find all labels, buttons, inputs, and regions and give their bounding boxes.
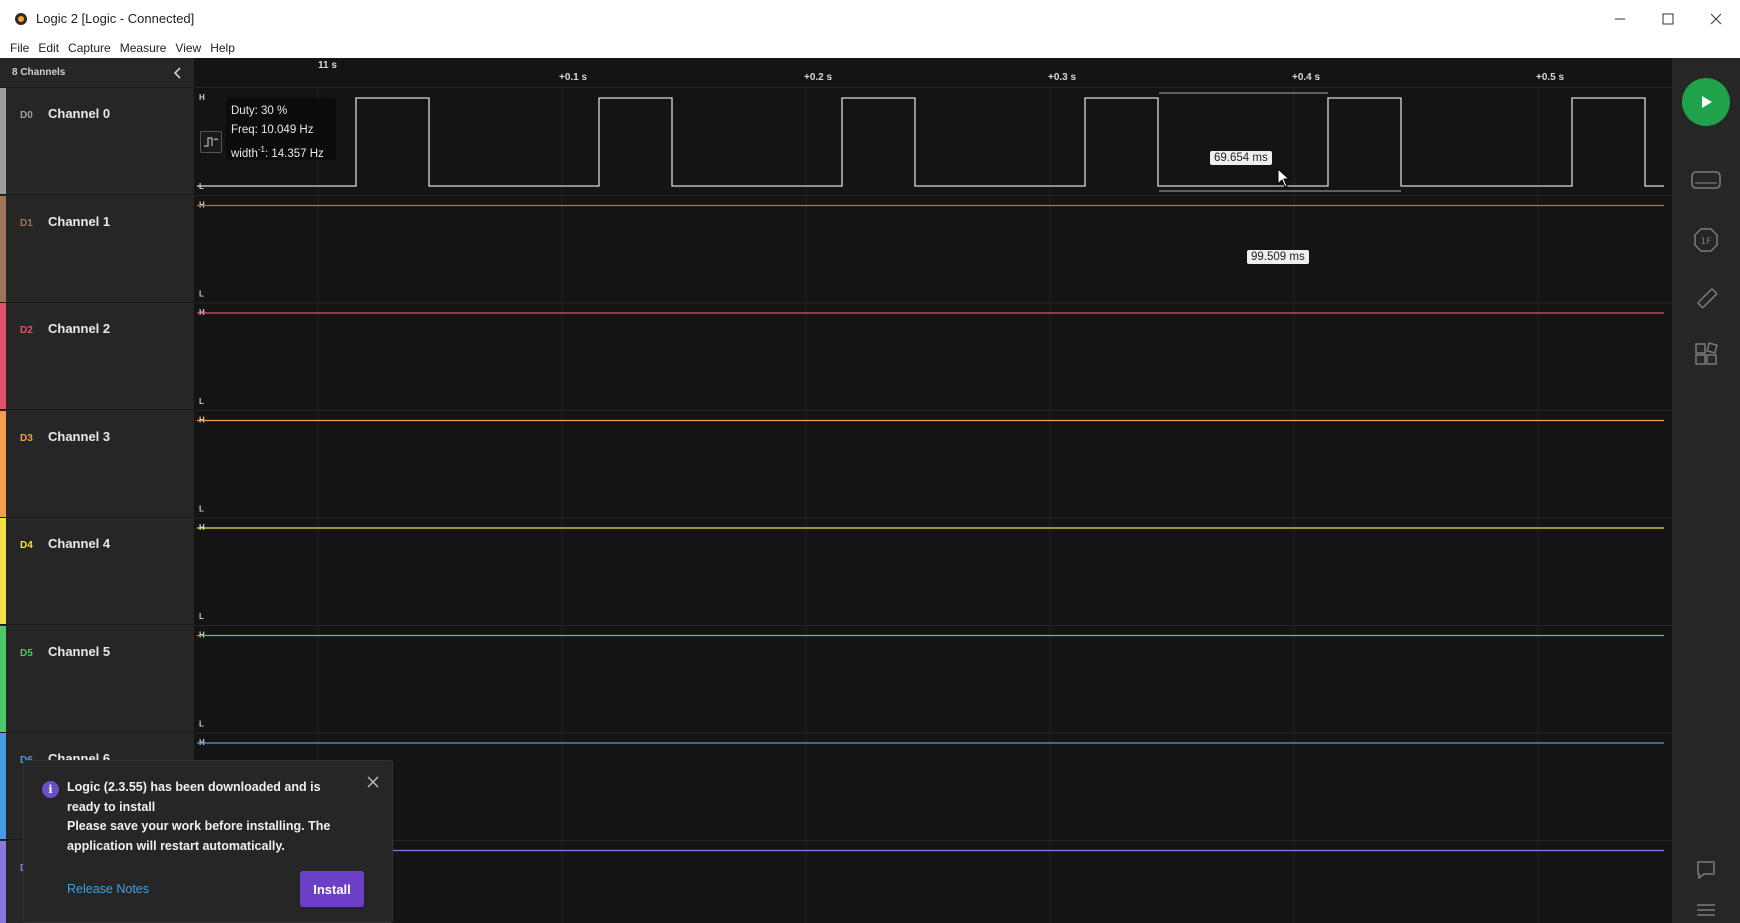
menu-edit[interactable]: Edit [38, 41, 59, 55]
mouse-cursor-icon [1277, 168, 1291, 188]
info-icon: i [42, 781, 59, 798]
hamburger-menu-icon [1697, 904, 1715, 916]
channel-color-stripe [0, 625, 6, 732]
menu-measure[interactable]: Measure [120, 41, 167, 55]
channel-color-stripe [0, 733, 6, 839]
channel-row[interactable]: D1 Channel 1 [0, 195, 194, 303]
channel-row[interactable]: D0 Channel 0 [0, 88, 194, 195]
right-sidebar: 1F [1672, 58, 1740, 923]
menu-capture[interactable]: Capture [68, 41, 111, 55]
channel-name[interactable]: Channel 1 [48, 214, 110, 229]
channel-id: D0 [20, 110, 33, 121]
channel-color-stripe [0, 410, 6, 517]
channel-color-stripe [0, 88, 6, 194]
feedback-button[interactable] [1690, 854, 1722, 886]
channel-id: D4 [20, 540, 33, 551]
play-icon [1702, 96, 1712, 108]
extensions-icon [1695, 342, 1718, 365]
channel-id: D5 [20, 647, 33, 659]
notification-message: Logic (2.3.55) has been downloaded and i… [67, 778, 357, 856]
channel-name[interactable]: Channel 3 [48, 429, 110, 444]
maximize-button[interactable] [1644, 0, 1692, 37]
menu-help[interactable]: Help [210, 41, 235, 55]
chevron-left-icon[interactable] [170, 65, 186, 81]
duty-cycle-tooltip: Duty: 30 % Freq: 10.049 Hz width-1: 14.3… [226, 98, 336, 160]
window-title: Logic 2 [Logic - Connected] [36, 11, 195, 26]
tooltip-freq: Freq: 10.049 Hz [231, 124, 314, 136]
channel-id: D1 [20, 217, 33, 229]
channel-row[interactable]: D3 Channel 3 [0, 410, 194, 518]
menu-view[interactable]: View [175, 41, 201, 55]
channel-name[interactable]: Channel 4 [48, 536, 110, 551]
device-settings-button[interactable] [1690, 164, 1722, 196]
install-button[interactable]: Install [300, 871, 364, 907]
notification-title: Logic (2.3.55) has been downloaded and i… [67, 780, 321, 814]
start-capture-button[interactable] [1682, 78, 1730, 126]
device-icon [1691, 171, 1721, 189]
low-level-label: L [199, 290, 204, 299]
measure-ruler-icon [1697, 288, 1718, 309]
analyzers-button[interactable]: 1F [1690, 224, 1722, 256]
measurements-button[interactable] [1690, 282, 1722, 314]
maximize-icon [1662, 13, 1674, 24]
low-level-label: L [199, 397, 204, 406]
app-logo-icon [15, 12, 27, 25]
close-icon [1710, 13, 1722, 24]
waveform-canvas: HLHLHLHLHLHLHLHL [194, 88, 1672, 923]
notification-detail: Please save your work before installing.… [67, 819, 331, 853]
channel-color-stripe [0, 195, 6, 302]
measurement-toggle-button[interactable] [200, 131, 222, 153]
pulse-width-measurement: 69.654 ms [1210, 151, 1272, 165]
channel-id: D3 [20, 432, 33, 444]
channel-color-stripe [0, 518, 6, 624]
high-level-label: H [199, 93, 205, 102]
channel-name[interactable]: Channel 5 [48, 644, 110, 659]
channel-panel-header: 8 Channels [0, 58, 194, 88]
channel-color-stripe [0, 840, 6, 923]
low-level-label: L [199, 505, 204, 514]
channel-row[interactable]: D4 Channel 4 [0, 518, 194, 625]
period-measurement: 99.509 ms [1247, 250, 1309, 264]
channel-id: D2 [20, 325, 33, 336]
waveform-view[interactable]: 11 s +0.1 s +0.2 s +0.3 s +0.4 s +0.5 s … [194, 58, 1672, 923]
minimize-icon [1615, 18, 1625, 19]
channel-row[interactable]: D2 Channel 2 [0, 303, 194, 410]
feedback-icon [1697, 861, 1715, 880]
close-window-button[interactable] [1692, 0, 1740, 37]
channel-row[interactable]: D5 Channel 5 [0, 625, 194, 733]
main-menu-button[interactable] [1690, 894, 1722, 923]
low-level-label: L [199, 612, 204, 621]
channel-0-waveform [197, 97, 1664, 187]
svg-text:1F: 1F [1701, 237, 1712, 247]
menu-bar: File Edit Capture Measure View Help [0, 37, 1740, 58]
channel-count: 8 Channels [12, 67, 66, 78]
release-notes-link[interactable]: Release Notes [67, 882, 149, 896]
update-notification: i Logic (2.3.55) has been downloaded and… [23, 760, 393, 923]
analyzers-icon: 1F [1694, 228, 1718, 252]
close-notification-icon[interactable] [366, 775, 380, 789]
title-bar: Logic 2 [Logic - Connected] [0, 0, 1740, 37]
pulse-measure-icon [204, 137, 219, 147]
channel-color-stripe [0, 303, 6, 409]
channel-name[interactable]: Channel 2 [48, 321, 110, 336]
minimize-button[interactable] [1596, 0, 1644, 37]
extensions-button[interactable] [1690, 338, 1722, 370]
channel-name[interactable]: Channel 0 [48, 106, 110, 121]
tooltip-duty: Duty: 30 % [231, 105, 288, 117]
menu-file[interactable]: File [10, 41, 29, 55]
tooltip-width: width-1: 14.357 Hz [231, 145, 324, 160]
low-level-label: L [199, 720, 204, 729]
